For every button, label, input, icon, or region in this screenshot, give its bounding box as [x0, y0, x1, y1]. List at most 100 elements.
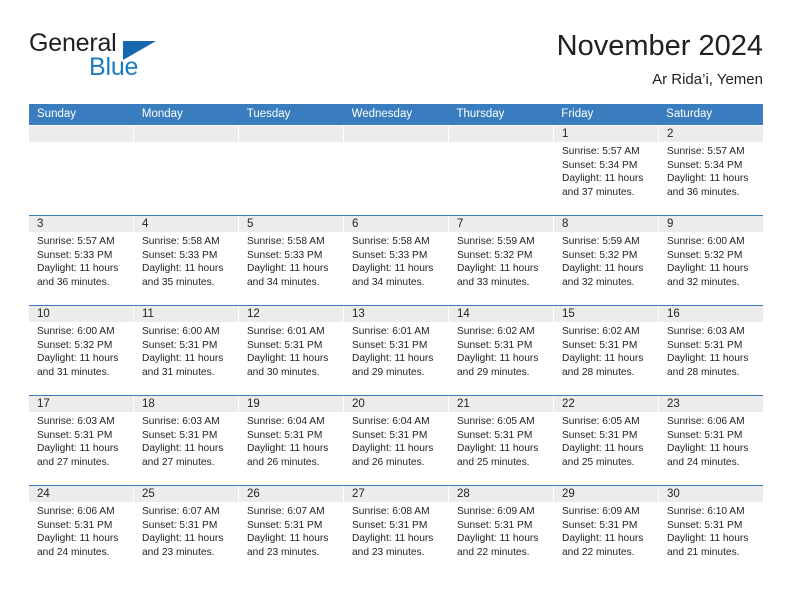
daylight-text-line1: Daylight: 11 hours: [352, 533, 434, 545]
day-info: Sunrise: 6:02 AM Sunset: 5:31 PM Dayligh…: [449, 322, 553, 379]
daylight-text-line2: and 31 minutes.: [37, 366, 110, 378]
day-info: Sunrise: 5:57 AM Sunset: 5:33 PM Dayligh…: [29, 232, 133, 289]
sunset-text: Sunset: 5:32 PM: [562, 249, 638, 261]
daylight-text-line1: Daylight: 11 hours: [667, 263, 749, 275]
day-number: 15: [554, 306, 658, 322]
day-cell[interactable]: 11 Sunrise: 6:00 AM Sunset: 5:31 PM Dayl…: [134, 306, 238, 395]
sunset-text: Sunset: 5:31 PM: [667, 339, 743, 351]
day-cell[interactable]: 28 Sunrise: 6:09 AM Sunset: 5:31 PM Dayl…: [449, 486, 553, 575]
day-info: Sunrise: 6:03 AM Sunset: 5:31 PM Dayligh…: [29, 412, 133, 469]
day-number: 26: [239, 486, 343, 502]
weekday-header-tuesday: Tuesday: [246, 108, 291, 120]
day-number: 18: [134, 396, 238, 412]
week-row: 1 Sunrise: 5:57 AM Sunset: 5:34 PM Dayli…: [29, 125, 763, 215]
day-number: [29, 126, 133, 142]
sunset-text: Sunset: 5:31 PM: [562, 339, 638, 351]
day-number: 23: [659, 396, 763, 412]
sunrise-text: Sunrise: 6:06 AM: [37, 506, 115, 517]
day-cell[interactable]: 21 Sunrise: 6:05 AM Sunset: 5:31 PM Dayl…: [449, 396, 553, 485]
day-cell[interactable]: 1 Sunrise: 5:57 AM Sunset: 5:34 PM Dayli…: [554, 126, 658, 215]
sunset-text: Sunset: 5:34 PM: [667, 159, 743, 171]
page-title: November 2024: [556, 30, 763, 62]
calendar-page: General Blue November 2024 Ar Rida’i, Ye…: [0, 0, 792, 612]
daylight-text-line2: and 27 minutes.: [142, 456, 215, 468]
day-cell[interactable]: 29 Sunrise: 6:09 AM Sunset: 5:31 PM Dayl…: [554, 486, 658, 575]
day-cell[interactable]: 25 Sunrise: 6:07 AM Sunset: 5:31 PM Dayl…: [134, 486, 238, 575]
day-cell[interactable]: [239, 126, 343, 215]
day-info: Sunrise: 6:04 AM Sunset: 5:31 PM Dayligh…: [344, 412, 448, 469]
daylight-text-line2: and 35 minutes.: [142, 276, 215, 288]
day-cell[interactable]: 14 Sunrise: 6:02 AM Sunset: 5:31 PM Dayl…: [449, 306, 553, 395]
daylight-text-line1: Daylight: 11 hours: [142, 533, 224, 545]
day-cell[interactable]: 13 Sunrise: 6:01 AM Sunset: 5:31 PM Dayl…: [344, 306, 448, 395]
day-cell[interactable]: 26 Sunrise: 6:07 AM Sunset: 5:31 PM Dayl…: [239, 486, 343, 575]
day-info: Sunrise: 6:07 AM Sunset: 5:31 PM Dayligh…: [134, 502, 238, 559]
day-number: 25: [134, 486, 238, 502]
day-cell[interactable]: 23 Sunrise: 6:06 AM Sunset: 5:31 PM Dayl…: [659, 396, 763, 485]
sunrise-text: Sunrise: 6:09 AM: [457, 506, 535, 517]
sunrise-text: Sunrise: 6:05 AM: [562, 416, 640, 427]
sunrise-text: Sunrise: 6:09 AM: [562, 506, 640, 517]
calendar-grid: Sunday Monday Tuesday Wednesday Thursday…: [29, 104, 763, 575]
day-cell[interactable]: 4 Sunrise: 5:58 AM Sunset: 5:33 PM Dayli…: [134, 216, 238, 305]
day-info: [344, 142, 448, 145]
day-cell[interactable]: 12 Sunrise: 6:01 AM Sunset: 5:31 PM Dayl…: [239, 306, 343, 395]
daylight-text-line1: Daylight: 11 hours: [37, 443, 119, 455]
sunset-text: Sunset: 5:33 PM: [247, 249, 323, 261]
day-number: 16: [659, 306, 763, 322]
daylight-text-line1: Daylight: 11 hours: [667, 173, 749, 185]
day-cell[interactable]: 10 Sunrise: 6:00 AM Sunset: 5:32 PM Dayl…: [29, 306, 133, 395]
day-number: 22: [554, 396, 658, 412]
day-cell[interactable]: 5 Sunrise: 5:58 AM Sunset: 5:33 PM Dayli…: [239, 216, 343, 305]
day-cell[interactable]: 2 Sunrise: 5:57 AM Sunset: 5:34 PM Dayli…: [659, 126, 763, 215]
day-info: Sunrise: 6:02 AM Sunset: 5:31 PM Dayligh…: [554, 322, 658, 379]
day-number: 12: [239, 306, 343, 322]
day-cell[interactable]: 9 Sunrise: 6:00 AM Sunset: 5:32 PM Dayli…: [659, 216, 763, 305]
sunrise-text: Sunrise: 6:03 AM: [37, 416, 115, 427]
sunrise-text: Sunrise: 6:04 AM: [247, 416, 325, 427]
day-number: 10: [29, 306, 133, 322]
daylight-text-line1: Daylight: 11 hours: [37, 263, 119, 275]
weekday-header-friday: Friday: [561, 108, 594, 120]
sunrise-text: Sunrise: 6:02 AM: [562, 326, 640, 337]
day-cell[interactable]: [29, 126, 133, 215]
day-info: Sunrise: 5:59 AM Sunset: 5:32 PM Dayligh…: [449, 232, 553, 289]
day-cell[interactable]: 30 Sunrise: 6:10 AM Sunset: 5:31 PM Dayl…: [659, 486, 763, 575]
day-cell[interactable]: [449, 126, 553, 215]
sunrise-text: Sunrise: 6:00 AM: [667, 236, 745, 247]
daylight-text-line1: Daylight: 11 hours: [37, 353, 119, 365]
day-number: 2: [659, 126, 763, 142]
daylight-text-line2: and 37 minutes.: [562, 186, 635, 198]
day-info: Sunrise: 6:08 AM Sunset: 5:31 PM Dayligh…: [344, 502, 448, 559]
day-info: Sunrise: 6:09 AM Sunset: 5:31 PM Dayligh…: [554, 502, 658, 559]
day-cell[interactable]: [134, 126, 238, 215]
day-cell[interactable]: 20 Sunrise: 6:04 AM Sunset: 5:31 PM Dayl…: [344, 396, 448, 485]
day-cell[interactable]: 16 Sunrise: 6:03 AM Sunset: 5:31 PM Dayl…: [659, 306, 763, 395]
day-info: [29, 142, 133, 145]
daylight-text-line2: and 30 minutes.: [247, 366, 320, 378]
weekday-header-wednesday: Wednesday: [351, 108, 413, 120]
day-info: Sunrise: 6:00 AM Sunset: 5:32 PM Dayligh…: [29, 322, 133, 379]
day-cell[interactable]: [344, 126, 448, 215]
day-cell[interactable]: 22 Sunrise: 6:05 AM Sunset: 5:31 PM Dayl…: [554, 396, 658, 485]
day-info: Sunrise: 5:59 AM Sunset: 5:32 PM Dayligh…: [554, 232, 658, 289]
day-cell[interactable]: 27 Sunrise: 6:08 AM Sunset: 5:31 PM Dayl…: [344, 486, 448, 575]
daylight-text-line1: Daylight: 11 hours: [457, 353, 539, 365]
day-cell[interactable]: 3 Sunrise: 5:57 AM Sunset: 5:33 PM Dayli…: [29, 216, 133, 305]
daylight-text-line2: and 29 minutes.: [457, 366, 530, 378]
daylight-text-line1: Daylight: 11 hours: [142, 353, 224, 365]
day-number: [449, 126, 553, 142]
day-cell[interactable]: 15 Sunrise: 6:02 AM Sunset: 5:31 PM Dayl…: [554, 306, 658, 395]
day-cell[interactable]: 7 Sunrise: 5:59 AM Sunset: 5:32 PM Dayli…: [449, 216, 553, 305]
day-cell[interactable]: 19 Sunrise: 6:04 AM Sunset: 5:31 PM Dayl…: [239, 396, 343, 485]
sunset-text: Sunset: 5:31 PM: [352, 339, 428, 351]
day-cell[interactable]: 24 Sunrise: 6:06 AM Sunset: 5:31 PM Dayl…: [29, 486, 133, 575]
day-cell[interactable]: 6 Sunrise: 5:58 AM Sunset: 5:33 PM Dayli…: [344, 216, 448, 305]
sunset-text: Sunset: 5:31 PM: [247, 339, 323, 351]
day-info: [239, 142, 343, 145]
day-cell[interactable]: 8 Sunrise: 5:59 AM Sunset: 5:32 PM Dayli…: [554, 216, 658, 305]
day-cell[interactable]: 17 Sunrise: 6:03 AM Sunset: 5:31 PM Dayl…: [29, 396, 133, 485]
day-cell[interactable]: 18 Sunrise: 6:03 AM Sunset: 5:31 PM Dayl…: [134, 396, 238, 485]
general-blue-logo[interactable]: General Blue: [29, 28, 169, 84]
sunrise-text: Sunrise: 5:58 AM: [352, 236, 430, 247]
